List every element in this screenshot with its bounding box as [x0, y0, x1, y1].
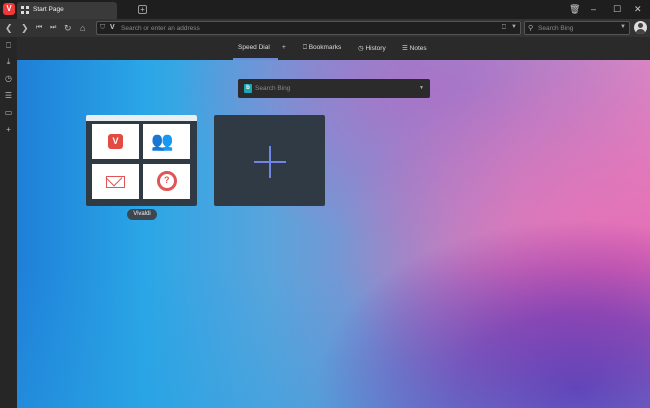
maximize-button[interactable]: ☐: [613, 4, 621, 14]
address-bar: ❮ ❯ ⏮ ⏭ ↻ ⌂ ⛉ V ⎕ ▼ ⚲ ▼: [0, 19, 650, 37]
notes-icon: ☰: [402, 45, 408, 52]
bookmark-icon[interactable]: ⎕: [502, 24, 506, 32]
close-button[interactable]: ✕: [634, 4, 642, 14]
window-panel-icon[interactable]: ▭: [3, 107, 14, 118]
fast-forward-icon[interactable]: ⏭: [50, 22, 56, 34]
back-icon[interactable]: ❮: [5, 22, 13, 34]
new-tab-button[interactable]: +: [138, 5, 147, 14]
bookmark-icon: ⎕: [303, 44, 307, 51]
forward-icon[interactable]: ❯: [21, 22, 29, 34]
thumbnail-cell: [143, 164, 190, 199]
page-search-field[interactable]: b ▼: [238, 79, 430, 98]
add-speed-dial-group-button[interactable]: +: [282, 44, 286, 51]
chevron-down-icon[interactable]: ▼: [511, 24, 517, 30]
vivaldi-menu-icon[interactable]: V: [3, 3, 15, 15]
tab-start-page[interactable]: Start Page: [17, 2, 117, 19]
tab-notes-label: Notes: [409, 45, 427, 52]
vivaldi-logo-icon: V: [108, 134, 123, 149]
thumbnail-cell: V: [92, 124, 139, 159]
address-input[interactable]: [121, 23, 491, 34]
notes-panel-icon[interactable]: ☰: [3, 90, 14, 101]
tab-bar: V Start Page + 🗑 – ☐ ✕: [0, 0, 650, 19]
speed-dial-label[interactable]: Vivaldi: [127, 209, 157, 220]
speed-dial-tile-vivaldi[interactable]: V 👥: [86, 115, 197, 206]
search-icon: ⚲: [528, 25, 534, 32]
add-speed-dial-button[interactable]: [214, 115, 325, 206]
mail-icon: [106, 176, 125, 188]
tab-notes[interactable]: ☰ Notes: [402, 44, 427, 52]
rewind-icon[interactable]: ⏮: [36, 22, 42, 34]
downloads-panel-icon[interactable]: ⤓: [3, 56, 14, 67]
tab-history-label: History: [365, 45, 386, 52]
tab-bookmarks[interactable]: ⎕ Bookmarks: [303, 44, 341, 52]
minimize-button[interactable]: –: [591, 4, 596, 14]
start-page-nav: Speed Dial + ⎕ Bookmarks ◷ History ☰ Not…: [17, 37, 650, 60]
add-panel-icon[interactable]: +: [3, 124, 14, 135]
bing-icon: b: [244, 84, 252, 93]
thumbnail-cell: [92, 164, 139, 199]
search-field[interactable]: ⚲ ▼: [524, 21, 630, 35]
speed-dial-icon: [21, 6, 29, 14]
chevron-down-icon[interactable]: ▼: [620, 24, 626, 30]
start-page-background: [17, 60, 650, 408]
help-icon: [157, 171, 177, 191]
thumbnail-header: [86, 115, 197, 121]
community-icon: 👥: [151, 131, 173, 151]
clock-icon: ◷: [358, 45, 364, 52]
tab-speed-dial[interactable]: Speed Dial: [238, 44, 270, 51]
url-field[interactable]: ⛉ V ⎕ ▼: [96, 21, 521, 35]
home-icon[interactable]: ⌂: [80, 22, 85, 34]
reload-icon[interactable]: ↻: [64, 22, 72, 34]
chevron-down-icon[interactable]: ▼: [419, 85, 424, 91]
trash-icon[interactable]: 🗑: [569, 4, 580, 14]
bookmarks-panel-icon[interactable]: ⎕: [3, 40, 14, 51]
site-info-icon[interactable]: V: [110, 24, 115, 31]
plus-icon: [254, 146, 286, 178]
tab-bookmarks-label: Bookmarks: [308, 44, 342, 51]
thumbnail-cell: 👥: [143, 124, 190, 159]
side-panel: ⎕ ⤓ ◷ ☰ ▭ +: [0, 37, 17, 408]
profile-avatar[interactable]: [634, 21, 647, 34]
page-search-input[interactable]: [255, 83, 405, 94]
tab-title: Start Page: [33, 6, 64, 13]
shield-icon[interactable]: ⛉: [100, 24, 105, 32]
history-panel-icon[interactable]: ◷: [3, 73, 14, 84]
search-input[interactable]: [538, 23, 618, 34]
tab-history[interactable]: ◷ History: [358, 44, 386, 52]
